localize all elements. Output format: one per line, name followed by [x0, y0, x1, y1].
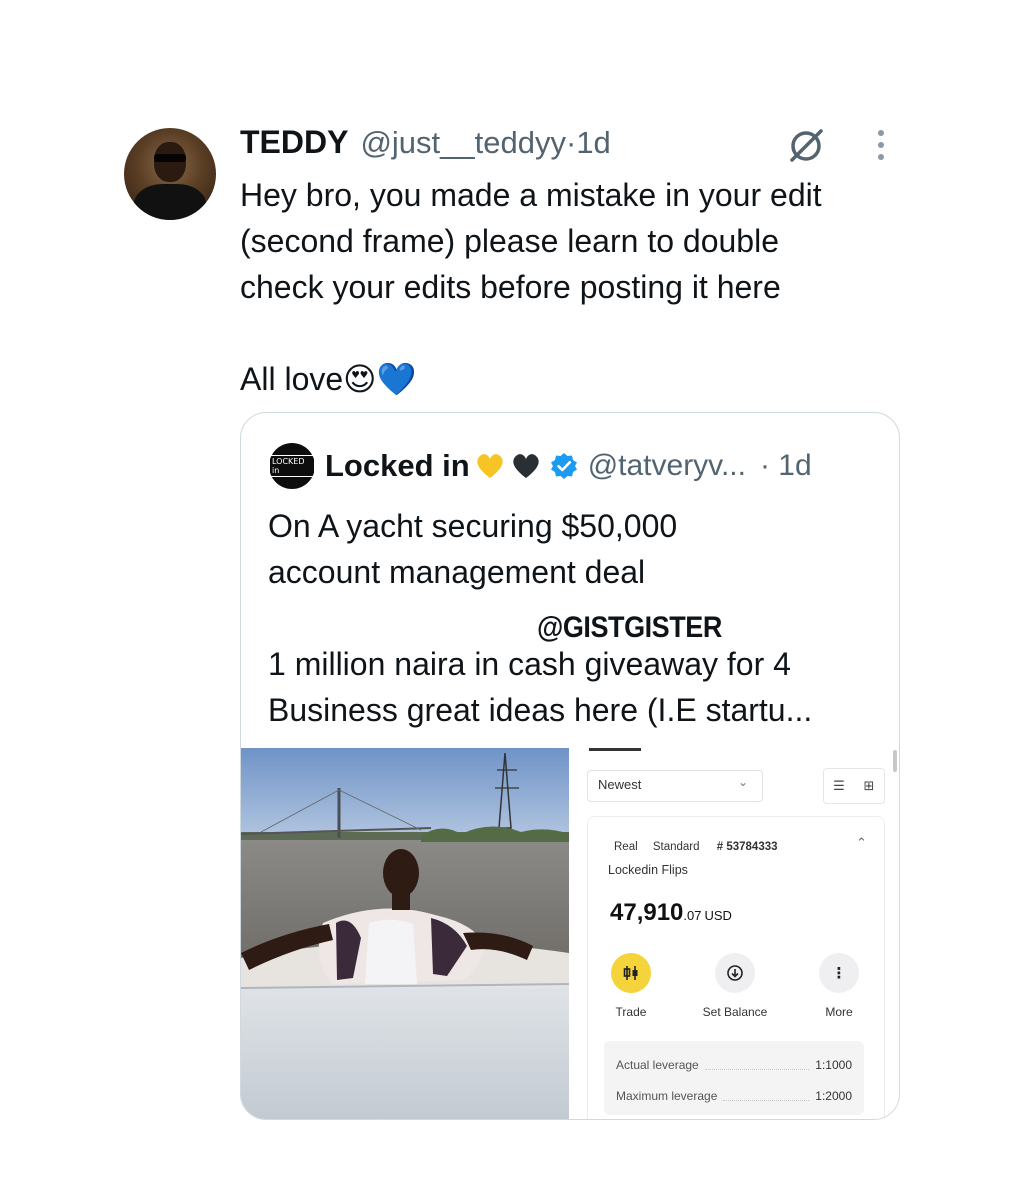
trade-button[interactable]: Trade: [586, 953, 676, 1019]
verified-badge-icon: [550, 453, 577, 479]
time-separator: ·: [565, 125, 577, 160]
author-handle[interactable]: @just__teddyy: [360, 125, 566, 161]
grid-view-icon[interactable]: ⊞: [854, 769, 884, 803]
download-circle-icon: [715, 953, 755, 993]
author-name[interactable]: TEDDY: [240, 124, 348, 161]
leverage-value: 1:1000: [815, 1058, 852, 1072]
set-balance-label: Set Balance: [702, 1005, 768, 1019]
leverage-label: Actual leverage: [616, 1058, 699, 1072]
tweet-time[interactable]: 1d: [576, 125, 610, 161]
grok-slash-icon[interactable]: [786, 126, 826, 166]
yellow-heart-icon: [477, 454, 503, 478]
sort-select[interactable]: Newest ⌄: [587, 770, 763, 802]
quoted-handle[interactable]: @tatveryv...: [588, 449, 746, 483]
vertical-dots-icon[interactable]: [874, 130, 888, 164]
author-avatar[interactable]: [124, 128, 216, 220]
leverage-row: Actual leverage 1:1000: [616, 1055, 852, 1075]
list-view-icon[interactable]: ☰: [824, 769, 854, 803]
leverage-value: 1:2000: [815, 1089, 852, 1103]
chevron-down-icon: ⌄: [738, 775, 749, 789]
leverage-row: Maximum leverage 1:2000: [616, 1086, 852, 1106]
tweet-text: Hey bro, you made a mistake in your edit…: [240, 177, 822, 397]
account-name: Lockedin Flips: [608, 863, 688, 877]
sort-select-value: Newest: [598, 777, 642, 792]
quoted-header: Locked in @tatveryv... · 1d: [325, 443, 812, 489]
account-actions: Trade Set Balance ⋮ More: [588, 953, 884, 1033]
account-number: # 53784333: [716, 841, 778, 853]
tab-indicator: [589, 748, 641, 751]
candlestick-icon: [611, 953, 651, 993]
account-type: Real: [614, 841, 638, 853]
balance-main: 47,910: [610, 899, 684, 926]
account-tags: Real Standard # 53784333: [614, 841, 778, 853]
more-button[interactable]: ⋮ More: [794, 953, 884, 1019]
chevron-up-icon[interactable]: ⌃: [856, 835, 867, 851]
set-balance-button[interactable]: Set Balance: [690, 953, 780, 1019]
quoted-time[interactable]: · 1d: [760, 449, 812, 483]
yacht-photo[interactable]: [241, 748, 569, 1119]
watermark-text: @GISTGISTER: [537, 611, 722, 644]
quoted-avatar-logo: LOCKED in: [269, 455, 315, 477]
account-balance: 47,910.07 USD: [610, 899, 732, 927]
trading-app-screenshot[interactable]: Newest ⌄ ☰ ⊞ Real Standard # 53784333 ⌃ …: [571, 748, 899, 1119]
account-tier: Standard: [652, 841, 700, 853]
balance-cents: .07: [683, 908, 702, 923]
balance-currency: USD: [704, 908, 732, 923]
leverage-panel: Actual leverage 1:1000 Maximum leverage …: [604, 1041, 864, 1115]
more-label: More: [825, 1005, 853, 1019]
account-card[interactable]: Real Standard # 53784333 ⌃ Lockedin Flip…: [587, 816, 885, 1119]
quoted-tweet-card[interactable]: LOCKED in Locked in @tatveryv... · 1d On…: [240, 412, 900, 1120]
view-toggle[interactable]: ☰ ⊞: [823, 768, 885, 804]
quoted-avatar[interactable]: LOCKED in: [269, 443, 315, 489]
scrollbar[interactable]: [893, 750, 897, 772]
trade-label: Trade: [615, 1005, 647, 1019]
black-heart-icon: [513, 454, 539, 478]
vertical-dots-icon: ⋮: [819, 953, 859, 993]
leverage-label: Maximum leverage: [616, 1089, 718, 1103]
quoted-author-name[interactable]: Locked in: [325, 448, 470, 484]
tweet-header: TEDDY @just__teddyy · 1d: [240, 124, 611, 164]
